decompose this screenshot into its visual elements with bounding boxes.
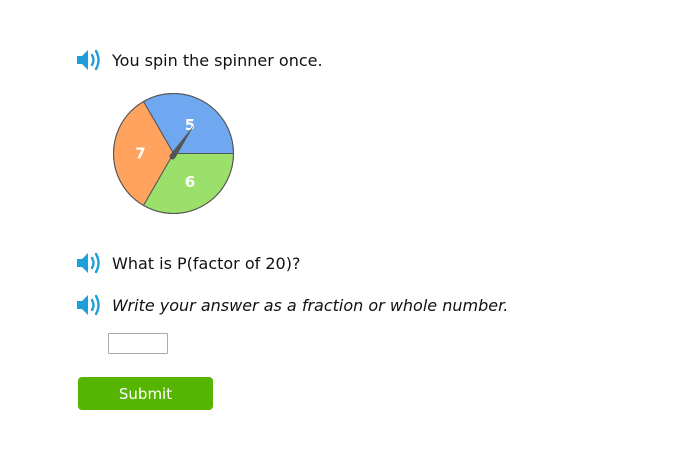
spinner-label: 6 bbox=[185, 173, 195, 191]
intro-row: You spin the spinner once. bbox=[75, 47, 323, 73]
speaker-icon[interactable] bbox=[75, 292, 103, 318]
submit-button[interactable]: Submit bbox=[78, 377, 213, 410]
speaker-icon[interactable] bbox=[75, 47, 103, 73]
question-text: What is P(factor of 20)? bbox=[112, 253, 301, 273]
instruction-text: Write your answer as a fraction or whole… bbox=[112, 295, 509, 315]
answer-input[interactable] bbox=[108, 333, 168, 354]
intro-text: You spin the spinner once. bbox=[112, 50, 323, 70]
spinner: 576 bbox=[113, 93, 235, 214]
speaker-icon[interactable] bbox=[75, 250, 103, 276]
question-row: What is P(factor of 20)? bbox=[75, 250, 300, 276]
spinner-hub bbox=[169, 153, 176, 160]
instruction-row: Write your answer as a fraction or whole… bbox=[75, 292, 508, 318]
spinner-label: 7 bbox=[135, 145, 145, 163]
